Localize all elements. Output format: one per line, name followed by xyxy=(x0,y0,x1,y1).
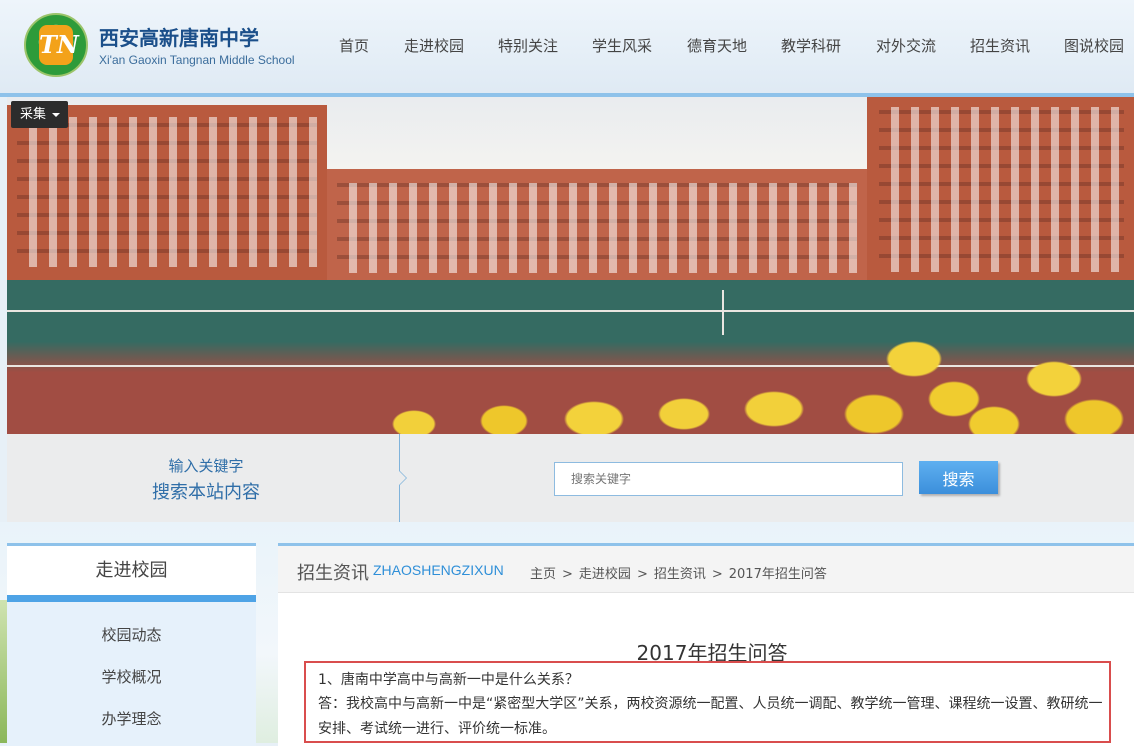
sidebar-title: 走进校园 xyxy=(7,546,256,595)
nav-item-moral[interactable]: 德育天地 xyxy=(687,35,747,56)
search-prompt-small: 输入关键字 xyxy=(168,457,244,475)
qa-highlight-box: 1、唐南中学高中与高新一中是什么关系？ 答：我校高中与高新一中是“紧密型大学区”… xyxy=(304,661,1111,743)
school-name-cn: 西安高新唐南中学 xyxy=(99,26,259,50)
section-title: 招生资讯 xyxy=(297,563,369,584)
search-input[interactable] xyxy=(554,462,903,496)
breadcrumb: 主页 > 走进校园 > 招生资讯 >2017年招生问答 xyxy=(530,563,833,582)
campus-banner-image xyxy=(7,97,1134,434)
flowers-decoration xyxy=(354,339,1134,434)
section-title-en: ZHAOSHENGZIXUN xyxy=(373,562,504,578)
breadcrumb-admission[interactable]: 招生资讯 xyxy=(654,567,706,582)
breadcrumb-separator: > xyxy=(562,567,573,582)
sidebar-item-philosophy[interactable]: 办学理念 xyxy=(7,708,256,729)
search-prompt-big: 搜索本站内容 xyxy=(152,482,260,503)
nav-item-focus[interactable]: 特别关注 xyxy=(498,35,558,56)
search-section: 输入关键字 搜索本站内容 搜索 xyxy=(7,434,1134,522)
breadcrumb-separator: > xyxy=(711,567,723,582)
nav-item-admission[interactable]: 招生资讯 xyxy=(970,35,1030,56)
collect-dropdown-button[interactable]: 采集 xyxy=(11,101,68,128)
search-button[interactable]: 搜索 xyxy=(919,461,998,494)
answer-text: 答：我校高中与高新一中是“紧密型大学区”关系，两校资源统一配置、人员统一调配、教… xyxy=(318,696,1103,737)
breadcrumb-campus[interactable]: 走进校园 xyxy=(579,567,631,582)
nav-item-home[interactable]: 首页 xyxy=(339,35,369,56)
breadcrumb-current: 2017年招生问答 xyxy=(728,567,827,582)
breadcrumb-separator: > xyxy=(636,567,648,582)
school-logo[interactable]: TN xyxy=(24,13,88,77)
sidebar-accent-bar xyxy=(7,595,256,602)
sidebar-item-news[interactable]: 校园动态 xyxy=(7,624,256,645)
sidebar: 走进校园 校园动态 学校概况 办学理念 xyxy=(7,543,256,746)
question-text: 1、唐南中学高中与高新一中是什么关系？ xyxy=(318,672,579,688)
sidebar-item-overview[interactable]: 学校概况 xyxy=(7,666,256,687)
nav-item-campus[interactable]: 走进校园 xyxy=(404,35,464,56)
logo-mark-icon: TN xyxy=(39,25,79,65)
nav-item-exchange[interactable]: 对外交流 xyxy=(876,35,936,56)
nav-item-research[interactable]: 教学科研 xyxy=(781,35,841,56)
school-name-en: Xi'an Gaoxin Tangnan Middle School xyxy=(99,53,295,67)
section-header: 招生资讯 ZHAOSHENGZIXUN 主页 > 走进校园 > 招生资讯 >2017年招生… xyxy=(278,546,1134,593)
scroll-indicator xyxy=(1110,696,1120,726)
caret-down-icon xyxy=(52,113,60,117)
breadcrumb-home[interactable]: 主页 xyxy=(530,567,556,582)
nav-item-students[interactable]: 学生风采 xyxy=(592,35,652,56)
main-content: 招生资讯 ZHAOSHENGZIXUN 主页 > 走进校园 > 招生资讯 >2017年招生… xyxy=(278,543,1134,746)
site-header: TN 西安高新唐南中学 Xi'an Gaoxin Tangnan Middle … xyxy=(0,0,1134,97)
nav-item-gallery[interactable]: 图说校园 xyxy=(1064,35,1124,56)
